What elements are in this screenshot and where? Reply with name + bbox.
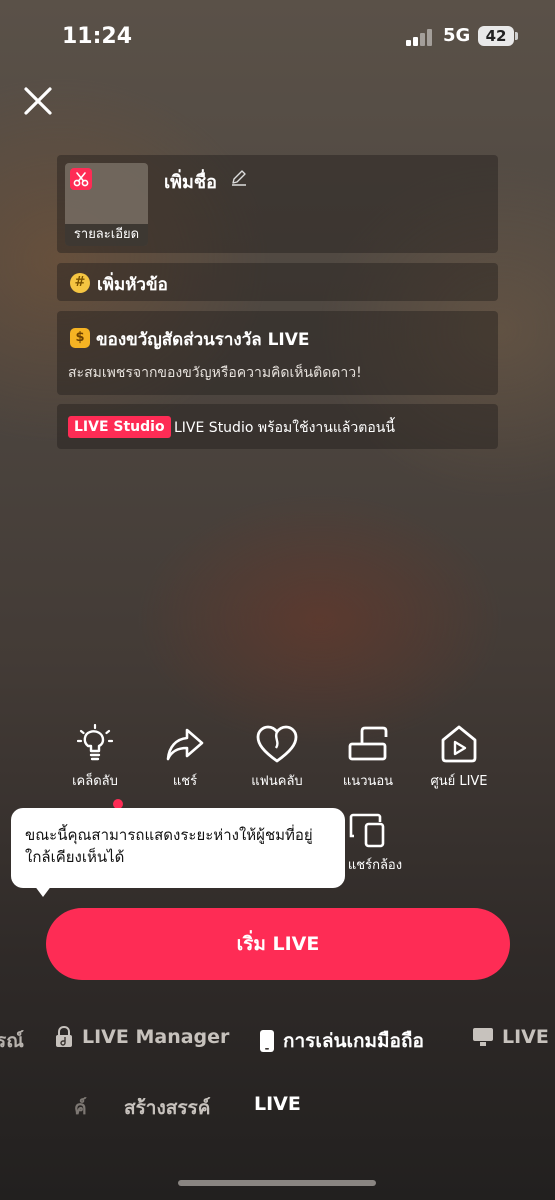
status-time: 11:24	[62, 24, 133, 49]
close-icon[interactable]	[22, 85, 54, 117]
cover-details-label: รายละเอียด	[65, 224, 148, 246]
tool-tips[interactable]: เคล็ดลับ	[50, 724, 140, 791]
tab-partial[interactable]: ค์	[74, 1093, 87, 1123]
mode-mobile-gaming[interactable]: การเล่นเกมมือถือ	[259, 1026, 424, 1056]
mode-partial-right[interactable]: LIVE S	[472, 1026, 555, 1048]
lock-music-icon	[56, 1026, 72, 1047]
mode-selector: รณ์ LIVE Manager การเล่นเกมมือถือ LIVE S	[0, 1026, 555, 1056]
share-arrow-icon	[166, 728, 204, 761]
tool-landscape-label: แนวนอน	[342, 774, 394, 789]
topic-label[interactable]: เพิ่มหัวข้อ	[97, 271, 168, 298]
gift-subtitle: สะสมเพชรจากของขวัญหรือความคิดเห็นติดดาว!	[68, 365, 362, 381]
phone-icon	[260, 1030, 274, 1052]
tool-fanclub-label: แฟนคลับ	[251, 774, 303, 789]
tab-live[interactable]: LIVE	[254, 1093, 301, 1115]
tool-share-camera-label: แชร์กล้อง	[347, 858, 403, 873]
tool-live-center-label: ศูนย์ LIVE	[430, 774, 488, 789]
hashtag-icon: #	[70, 273, 90, 293]
tooltip: ขณะนี้คุณสามารถแสดงระยะห่างให้ผู้ชมที่อย…	[11, 808, 345, 888]
heart-icon	[256, 725, 298, 763]
mode-mobile-gaming-label: การเล่นเกมมือถือ	[283, 1030, 424, 1052]
share-camera-icon	[349, 813, 385, 848]
coin-icon: $	[70, 328, 90, 348]
cover-thumbnail[interactable]: รายละเอียด	[65, 163, 148, 246]
pencil-icon[interactable]	[230, 168, 248, 186]
tool-fanclub[interactable]: แฟนคลับ	[232, 724, 322, 791]
battery-icon: 42	[478, 26, 514, 46]
tool-share[interactable]: แชร์	[140, 724, 230, 791]
tool-tips-label: เคล็ดลับ	[72, 774, 118, 789]
start-live-button[interactable]: เริ่ม LIVE	[46, 908, 510, 980]
landscape-icon	[348, 726, 388, 761]
mode-live-manager[interactable]: LIVE Manager	[54, 1026, 229, 1048]
signal-icon	[406, 28, 434, 46]
live-studio-badge: LIVE Studio	[68, 416, 171, 438]
tool-live-center[interactable]: ศูนย์ LIVE	[414, 724, 504, 791]
tool-share-label: แชร์	[172, 774, 198, 789]
gift-title: ของขวัญสัดส่วนรางวัล LIVE	[96, 330, 310, 350]
mode-partial-right-label: LIVE S	[502, 1026, 555, 1048]
mode-live-manager-label: LIVE Manager	[82, 1026, 230, 1048]
monitor-icon	[473, 1028, 493, 1046]
tool-landscape[interactable]: แนวนอน	[323, 724, 413, 791]
scissors-icon	[70, 168, 92, 190]
add-name-field[interactable]: เพิ่มชื่อ	[164, 167, 217, 196]
mode-partial-left[interactable]: รณ์	[0, 1026, 24, 1056]
live-center-icon	[441, 725, 477, 763]
battery-tip	[515, 32, 518, 40]
lightbulb-icon	[77, 724, 113, 761]
tab-create[interactable]: สร้างสรรค์	[124, 1093, 210, 1123]
mode-partial-left-label: รณ์	[0, 1030, 24, 1052]
network-label: 5G	[443, 25, 471, 46]
home-indicator[interactable]	[178, 1180, 376, 1186]
tooltip-tail	[34, 885, 52, 897]
live-studio-text: LIVE Studio พร้อมใช้งานแล้วตอนนี้	[174, 420, 395, 436]
